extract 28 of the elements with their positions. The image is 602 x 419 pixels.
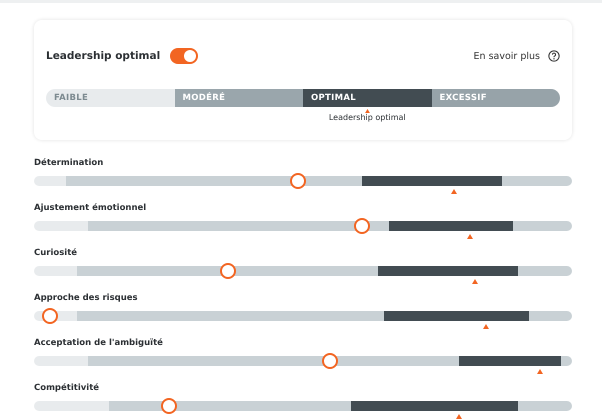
scale-segment: FAIBLE [46,89,174,107]
learn-more-link[interactable]: En savoir plus [474,50,540,62]
trait-label: Curiosité [34,247,78,260]
slider-thumb[interactable] [42,308,58,324]
scale-caption: Leadership optimal [328,113,406,122]
trait-label: Compétitivité [34,382,100,395]
trait-label: Ajustement émotionnel [34,202,148,215]
target-marker [450,189,457,194]
help-icon[interactable] [548,50,560,62]
trait-label: Détermination [34,157,104,170]
target-marker [456,414,462,419]
slider-thumb[interactable] [290,173,306,189]
slider-thumb[interactable] [322,353,338,369]
scale-segment: EXCESSIF [432,89,560,107]
target-marker [536,369,543,374]
slider-thumb[interactable] [160,398,176,414]
target-marker [472,279,478,284]
section-title: Leadership optimal [46,50,160,62]
trait-label: Approche des risques [34,292,139,305]
target-marker [364,109,370,113]
toggle-switch[interactable] [170,48,198,64]
trait-label: Acceptation de l'ambiguïté [34,337,164,350]
slider-thumb[interactable] [220,263,236,279]
scale-segment: MODÉRÉ [174,89,303,107]
target-marker [482,324,489,329]
scale-segment: OPTIMAL [303,89,432,107]
target-marker [466,234,473,239]
slider-thumb[interactable] [354,218,370,234]
